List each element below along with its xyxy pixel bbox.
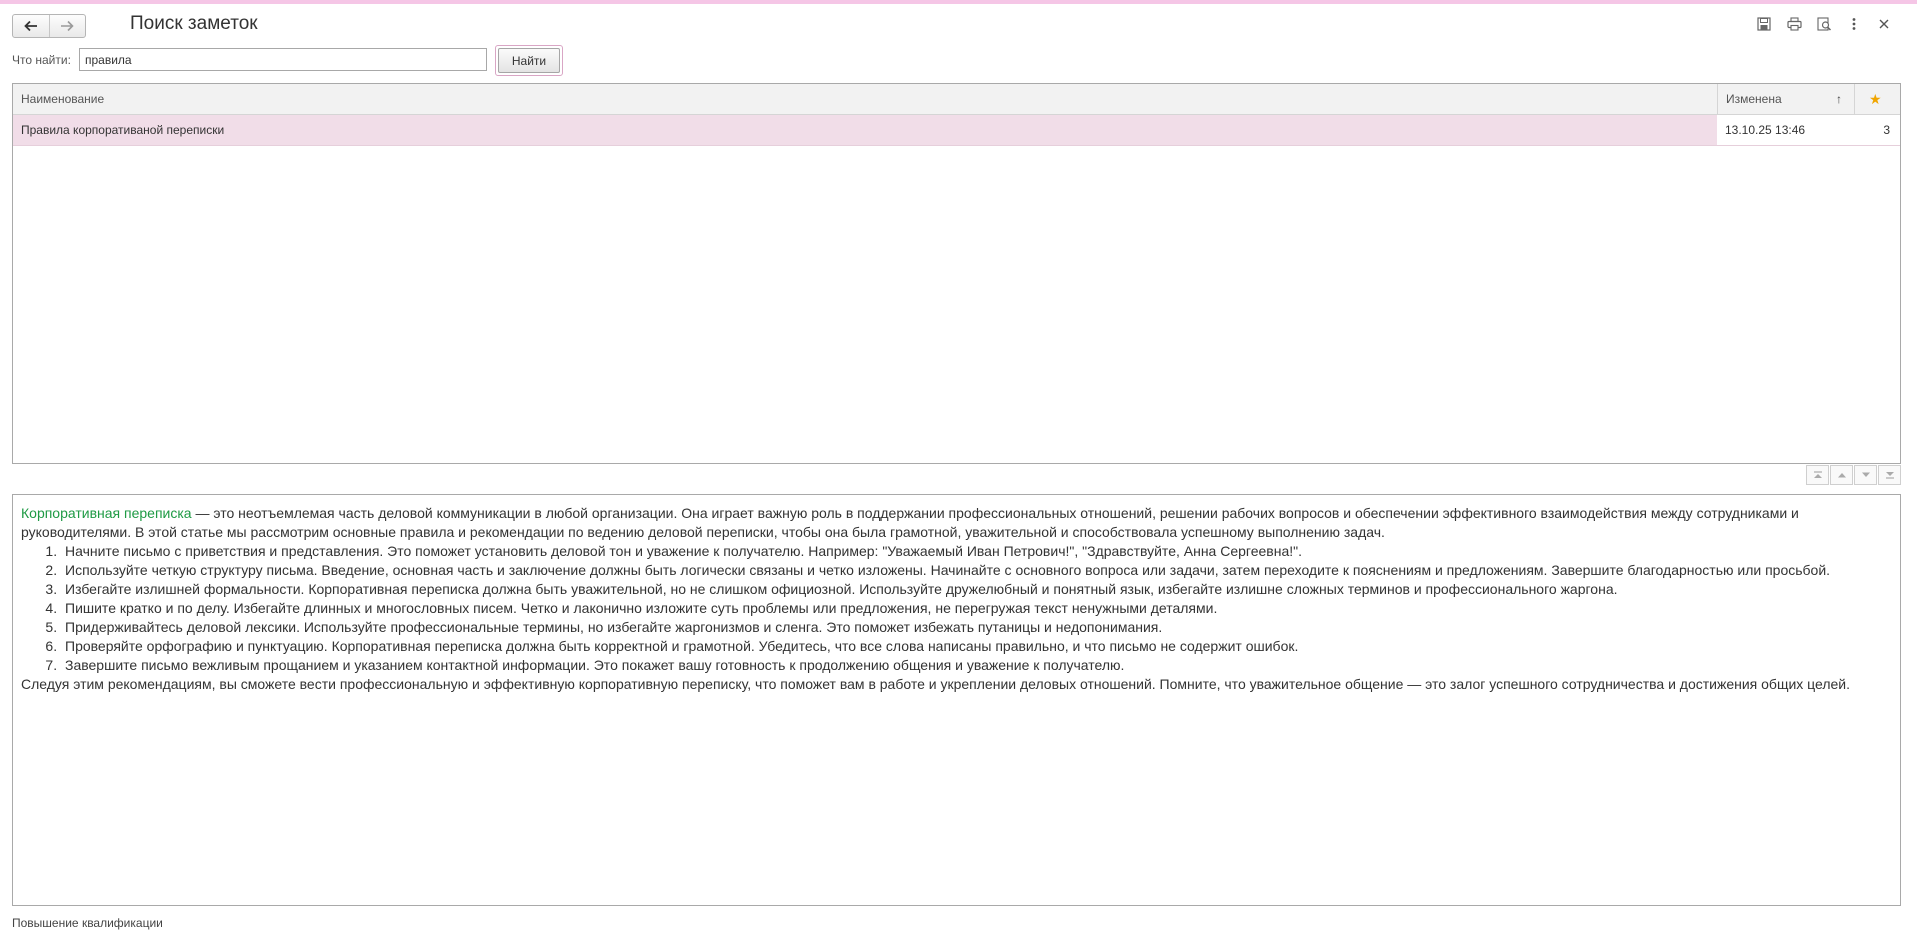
- footer-text: Повышение квалификации: [12, 916, 163, 930]
- scroll-to-top-button[interactable]: [1806, 465, 1829, 485]
- list-item: Избегайте излишней формальности. Корпора…: [61, 580, 1892, 599]
- row-changed-cell: 13.10.25 13:46: [1717, 115, 1854, 145]
- save-icon: [1757, 17, 1771, 31]
- column-header-name[interactable]: Наименование: [13, 84, 1717, 114]
- save-button[interactable]: [1749, 14, 1779, 34]
- scroll-top-icon: [1813, 471, 1822, 478]
- page-title: Поиск заметок: [130, 13, 258, 34]
- list-item: Придерживайтесь деловой лексики. Использ…: [61, 618, 1892, 637]
- find-button[interactable]: Найти: [498, 48, 560, 73]
- scroll-down-button[interactable]: [1854, 465, 1877, 485]
- rules-list: Начните письмо с приветствия и представл…: [21, 542, 1892, 675]
- column-header-changed[interactable]: Изменена ↑: [1717, 84, 1854, 114]
- top-accent-stripe: [0, 0, 1917, 4]
- back-button[interactable]: [13, 15, 49, 37]
- more-icon: [1852, 18, 1856, 30]
- conclusion-paragraph: Следуя этим рекомендациям, вы сможете ве…: [21, 676, 1851, 692]
- preview-button[interactable]: [1809, 14, 1839, 34]
- column-header-changed-label: Изменена: [1726, 92, 1782, 106]
- intro-text: — это неотъемлемая часть деловой коммуни…: [21, 505, 1799, 540]
- list-item: Начните письмо с приветствия и представл…: [61, 542, 1892, 561]
- find-button-focus-frame: Найти: [495, 45, 563, 76]
- scroll-down-icon: [1861, 472, 1870, 477]
- row-name-cell: Правила корпоративаной переписки: [21, 123, 225, 137]
- forward-arrow-icon: [61, 20, 74, 32]
- nav-buttons: [12, 14, 86, 38]
- table-scroll-controls: [1805, 465, 1901, 485]
- close-button[interactable]: [1869, 14, 1899, 34]
- forward-button[interactable]: [48, 15, 86, 37]
- sort-ascending-icon: ↑: [1836, 92, 1842, 106]
- list-item: Завершите письмо вежливым прощанием и ук…: [61, 656, 1892, 675]
- search-input[interactable]: [79, 48, 487, 71]
- scroll-up-button[interactable]: [1830, 465, 1853, 485]
- note-content[interactable]: Корпоративная переписка — это неотъемлем…: [12, 494, 1901, 906]
- column-header-favorite[interactable]: ★: [1854, 84, 1900, 114]
- results-table: Наименование Изменена ↑ ★ Правила корпор…: [12, 83, 1901, 464]
- window-toolbar: [1749, 14, 1899, 34]
- close-icon: [1879, 19, 1889, 29]
- list-item: Пишите кратко и по делу. Избегайте длинн…: [61, 599, 1892, 618]
- back-arrow-icon: [23, 20, 37, 32]
- highlighted-term: Корпоративная переписка: [21, 505, 192, 521]
- scroll-bottom-icon: [1885, 472, 1894, 479]
- search-label: Что найти:: [12, 53, 71, 67]
- list-item: Используйте четкую структуру письма. Вве…: [61, 561, 1892, 580]
- star-icon: ★: [1869, 91, 1882, 107]
- scroll-up-icon: [1837, 473, 1846, 478]
- table-row[interactable]: Правила корпоративаной переписки 13.10.2…: [13, 115, 1900, 146]
- table-header: Наименование Изменена ↑ ★: [13, 84, 1900, 115]
- row-count-cell: 3: [1854, 115, 1900, 145]
- preview-icon: [1816, 17, 1831, 31]
- list-item: Проверяйте орфографию и пунктуацию. Корп…: [61, 637, 1892, 656]
- print-button[interactable]: [1779, 14, 1809, 34]
- intro-paragraph: Корпоративная переписка — это неотъемлем…: [21, 504, 1892, 542]
- scroll-to-bottom-button[interactable]: [1878, 465, 1901, 485]
- more-button[interactable]: [1839, 14, 1869, 34]
- print-icon: [1786, 17, 1802, 31]
